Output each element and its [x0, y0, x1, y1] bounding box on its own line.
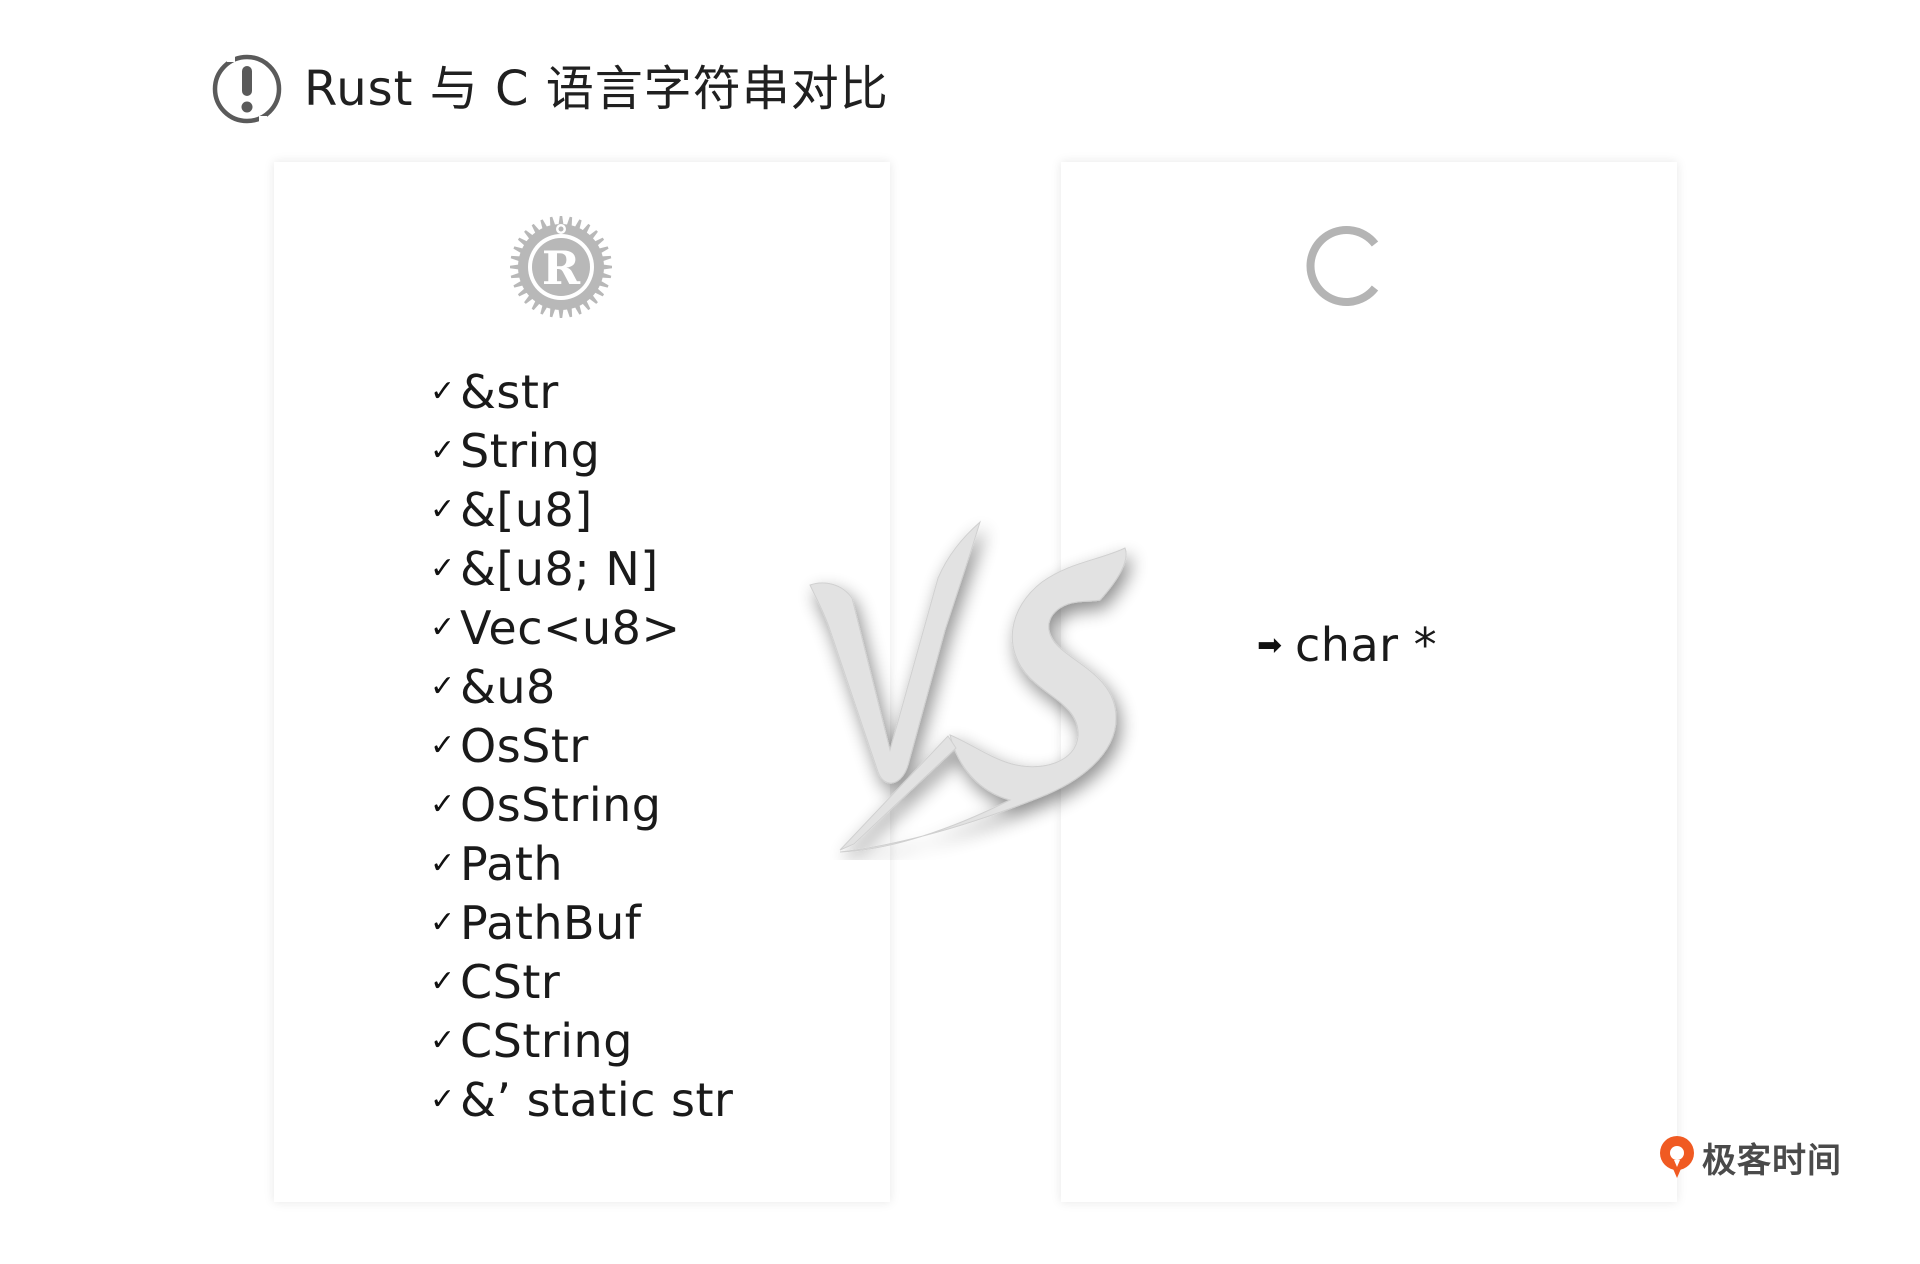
rust-string-type-label: &[u8] [460, 482, 593, 537]
checkmark-icon: ✓ [430, 964, 456, 999]
list-item: ✓ OsString [430, 775, 733, 834]
rust-string-type-list: ✓ &str ✓ String ✓ &[u8] ✓ &[u8; N] ✓ Vec<u8> ✓ &u8 ✓… [430, 362, 733, 1129]
checkmark-icon: ✓ [430, 492, 456, 527]
svg-text:R: R [542, 241, 581, 295]
checkmark-icon: ✓ [430, 787, 456, 822]
rust-string-type-label: OsStr [460, 718, 589, 773]
checkmark-icon: ✓ [430, 551, 456, 586]
rust-string-type-label: &u8 [460, 659, 556, 714]
list-item: ✓ &’ static str [430, 1070, 733, 1129]
list-item: ✓ PathBuf [430, 893, 733, 952]
rust-string-type-label: String [460, 423, 601, 478]
page-title: Rust 与 C 语言字符串对比 [304, 61, 889, 117]
c-card-shadow [1049, 1196, 1689, 1246]
checkmark-icon: ✓ [430, 1023, 456, 1058]
list-item: ✓ &[u8] [430, 480, 733, 539]
page-header: Rust 与 C 语言字符串对比 [210, 52, 889, 126]
list-item: ✓ &[u8; N] [430, 539, 733, 598]
list-item: ✓ Vec<u8> [430, 598, 733, 657]
checkmark-icon: ✓ [430, 1082, 456, 1117]
checkmark-icon: ✓ [430, 669, 456, 704]
list-item: ✓ CStr [430, 952, 733, 1011]
rust-string-type-label: OsString [460, 777, 662, 832]
rust-card-shadow [262, 1196, 902, 1246]
checkmark-icon: ✓ [430, 728, 456, 763]
list-item: ✓ String [430, 421, 733, 480]
arrow-right-icon: ➡ [1257, 627, 1283, 663]
checkmark-icon: ✓ [430, 905, 456, 940]
rust-string-type-label: Vec<u8> [460, 600, 681, 655]
rust-string-type-label: PathBuf [460, 895, 642, 950]
rust-string-type-label: &[u8; N] [460, 541, 659, 596]
exclamation-circle-icon [212, 54, 282, 124]
c-logo-icon [1306, 226, 1379, 306]
list-item: ✓ &u8 [430, 657, 733, 716]
c-string-type-label: char * [1295, 618, 1438, 672]
geektime-logo-icon [1660, 1136, 1694, 1178]
rust-string-type-label: &str [460, 364, 559, 419]
list-item: ✓ CString [430, 1011, 733, 1070]
geektime-brand: 极客时间 [1656, 1132, 1842, 1182]
rust-string-type-label: CString [460, 1013, 633, 1068]
rust-logo-icon: R [510, 216, 612, 318]
c-string-type-item: ➡ char * [1257, 618, 1437, 672]
checkmark-icon: ✓ [430, 374, 456, 409]
brand-name: 极客时间 [1702, 1140, 1842, 1181]
vs-brush-icon [809, 520, 1127, 853]
rust-string-type-label: CStr [460, 954, 561, 1009]
checkmark-icon: ✓ [430, 610, 456, 645]
list-item: ✓ Path [430, 834, 733, 893]
checkmark-icon: ✓ [430, 433, 456, 468]
list-item: ✓ OsStr [430, 716, 733, 775]
list-item: ✓ &str [430, 362, 733, 421]
rust-string-type-label: Path [460, 836, 564, 891]
rust-string-type-label: &’ static str [460, 1072, 734, 1127]
checkmark-icon: ✓ [430, 846, 456, 881]
